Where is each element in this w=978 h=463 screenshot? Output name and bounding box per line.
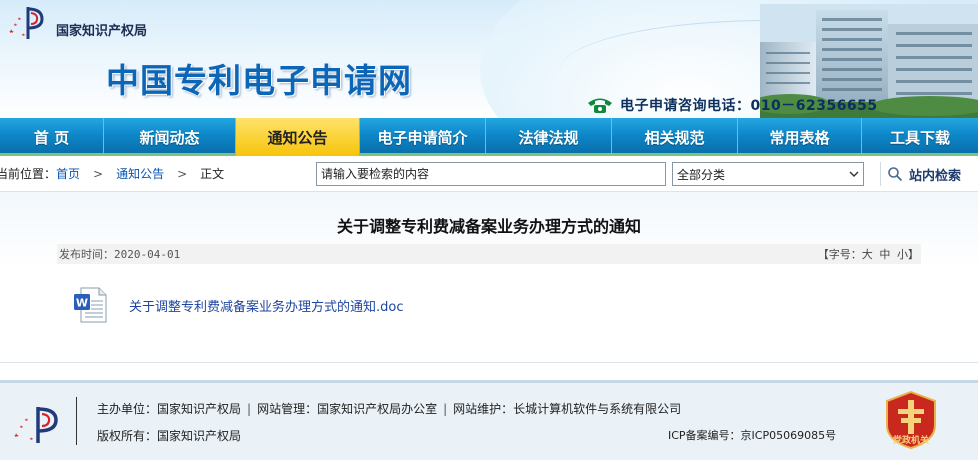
nav-home[interactable]: 首 页 <box>0 118 104 156</box>
nav-specifications[interactable]: 相关规范 <box>612 118 738 156</box>
main-nav: 首 页 新闻动态 通知公告 电子申请简介 法律法规 相关规范 常用表格 工具下载 <box>0 118 978 156</box>
font-size-control[interactable]: 【字号：大 中 小】 <box>818 246 919 262</box>
nav-notices[interactable]: 通知公告 <box>236 118 360 156</box>
footer-maintainer: 网站维护：长城计算机软件与系统有限公司 <box>453 402 682 416</box>
search-input[interactable] <box>316 162 666 186</box>
breadcrumb-prefix: 当前位置： <box>0 167 57 181</box>
header-banner: 国家知识产权局 中国专利电子申请网 电子申请咨询电话：010－62356655 <box>0 0 978 118</box>
publish-time: 发布时间：2020-04-01 <box>59 248 181 261</box>
nav-news[interactable]: 新闻动态 <box>104 118 236 156</box>
breadcrumb-notices-link[interactable]: 通知公告 <box>116 165 164 182</box>
hotline-text: 电子申请咨询电话：010－62356655 <box>620 98 878 114</box>
phone-icon <box>588 98 612 113</box>
article-meta: 发布时间：2020-04-01 【字号：大 中 小】 <box>57 244 921 264</box>
footer-info-line: 主办单位：国家知识产权局 | 网站管理：国家知识产权局办公室 | 网站维护：长城… <box>97 400 681 417</box>
search-icon <box>888 167 903 182</box>
word-doc-icon: W <box>74 287 107 323</box>
svg-text:W: W <box>76 297 88 310</box>
breadcrumb-separator: > <box>177 166 188 181</box>
chevron-down-icon <box>849 171 859 177</box>
breadcrumb-bar: 当前位置： 首页 > 通知公告 > 正文 全部分类 站内检索 <box>0 156 978 192</box>
party-government-badge-icon[interactable]: 党政机关 <box>884 391 938 449</box>
article: 关于调整专利费减备案业务办理方式的通知 发布时间：2020-04-01 【字号：… <box>0 192 978 362</box>
nav-downloads[interactable]: 工具下载 <box>862 118 978 156</box>
site-search-label: 站内检索 <box>909 168 962 184</box>
org-name: 国家知识产权局 <box>56 24 148 39</box>
nav-forms[interactable]: 常用表格 <box>738 118 862 156</box>
footer-host: 主办单位：国家知识产权局 <box>97 402 242 416</box>
footer-separator: | <box>443 401 448 416</box>
breadcrumb-current: 正文 <box>200 167 225 181</box>
footer-copyright: 版权所有：国家知识产权局 <box>97 429 242 443</box>
section-gap <box>0 362 978 380</box>
breadcrumb-home-link[interactable]: 首页 <box>56 165 80 182</box>
category-select[interactable]: 全部分类 <box>672 162 864 186</box>
attachment-link[interactable]: 关于调整专利费减备案业务办理方式的通知.doc <box>129 296 404 315</box>
footer-manager: 网站管理：国家知识产权局办公室 <box>257 402 438 416</box>
nav-e-filing-intro[interactable]: 电子申请简介 <box>360 118 486 156</box>
category-select-value: 全部分类 <box>677 167 726 182</box>
breadcrumb-separator: > <box>93 166 104 181</box>
footer-icp[interactable]: ICP备案编号：京ICP05069085号 <box>668 427 836 443</box>
site-search-button[interactable]: 站内检索 <box>880 162 961 186</box>
article-title: 关于调整专利费减备案业务办理方式的通知 <box>336 217 641 236</box>
footer: 主办单位：国家知识产权局 | 网站管理：国家知识产权局办公室 | 网站维护：长城… <box>0 380 978 460</box>
footer-divider <box>76 397 77 445</box>
hotline: 电子申请咨询电话：010－62356655 <box>586 95 878 115</box>
cnipa-footer-logo-icon <box>14 407 58 443</box>
breadcrumb: 当前位置： 首页 > 通知公告 > 正文 <box>0 165 224 182</box>
badge-label: 党政机关 <box>893 434 929 446</box>
cnipa-logo-icon[interactable] <box>8 3 48 41</box>
attachment[interactable]: W 关于调整专利费减备案业务办理方式的通知.doc <box>73 287 404 323</box>
nav-laws[interactable]: 法律法规 <box>486 118 612 156</box>
site-title: 中国专利电子申请网 <box>106 61 412 100</box>
footer-separator: | <box>247 401 252 416</box>
